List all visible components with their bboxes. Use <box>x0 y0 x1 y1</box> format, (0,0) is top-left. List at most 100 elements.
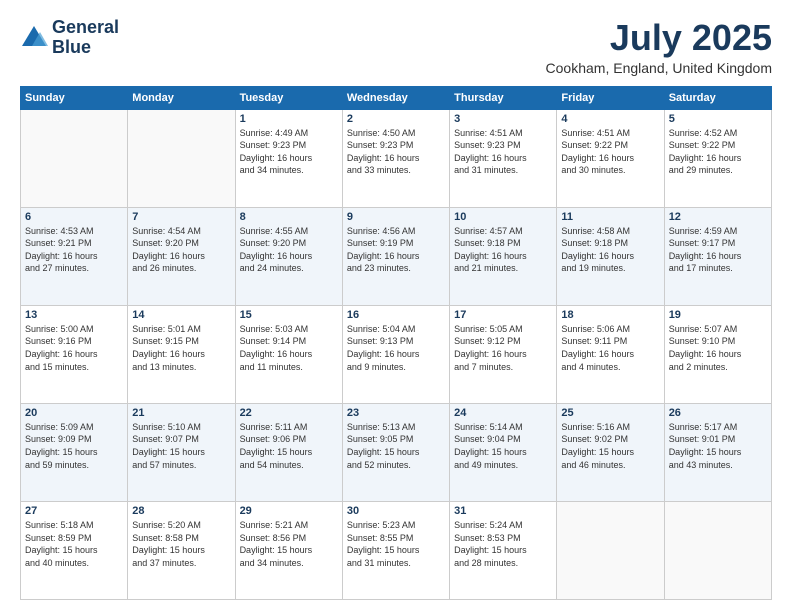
day-number: 17 <box>454 309 552 321</box>
day-info: Sunrise: 5:04 AM Sunset: 9:13 PM Dayligh… <box>347 323 445 373</box>
day-number: 14 <box>132 309 230 321</box>
logo: General Blue <box>20 18 119 58</box>
table-row: 11 Sunrise: 4:58 AM Sunset: 9:18 PM Dayli… <box>557 207 664 305</box>
table-row: 2 Sunrise: 4:50 AM Sunset: 9:23 PM Daylig… <box>342 109 449 207</box>
table-row: 14 Sunrise: 5:01 AM Sunset: 9:15 PM Dayli… <box>128 305 235 403</box>
day-info: Sunrise: 5:05 AM Sunset: 9:12 PM Dayligh… <box>454 323 552 373</box>
day-number: 25 <box>561 407 659 419</box>
day-number: 23 <box>347 407 445 419</box>
day-info: Sunrise: 4:52 AM Sunset: 9:22 PM Dayligh… <box>669 127 767 177</box>
col-saturday: Saturday <box>664 86 771 109</box>
day-info: Sunrise: 4:49 AM Sunset: 9:23 PM Dayligh… <box>240 127 338 177</box>
table-row: 3Sunrise: 4:51 AM Sunset: 9:23 PM Daylig… <box>450 109 557 207</box>
table-row: 20 Sunrise: 5:09 AM Sunset: 9:09 PM Dayli… <box>21 403 128 501</box>
day-number: 13 <box>25 309 123 321</box>
location: Cookham, England, United Kingdom <box>546 60 772 76</box>
calendar-header-row: Sunday Monday Tuesday Wednesday Thursday… <box>21 86 772 109</box>
day-number: 15 <box>240 309 338 321</box>
table-row: 7 Sunrise: 4:54 AM Sunset: 9:20 PM Daylig… <box>128 207 235 305</box>
day-info: Sunrise: 5:00 AM Sunset: 9:16 PM Dayligh… <box>25 323 123 373</box>
table-row: 13 Sunrise: 5:00 AM Sunset: 9:16 PM Dayli… <box>21 305 128 403</box>
day-number: 21 <box>132 407 230 419</box>
day-number: 26 <box>669 407 767 419</box>
table-row: 26 Sunrise: 5:17 AM Sunset: 9:01 PM Dayli… <box>664 403 771 501</box>
day-info: Sunrise: 4:53 AM Sunset: 9:21 PM Dayligh… <box>25 225 123 275</box>
day-info: Sunrise: 5:23 AM Sunset: 8:55 PM Dayligh… <box>347 519 445 569</box>
day-number: 7 <box>132 211 230 223</box>
calendar-row: 13 Sunrise: 5:00 AM Sunset: 9:16 PM Dayli… <box>21 305 772 403</box>
day-info: Sunrise: 5:24 AM Sunset: 8:53 PM Dayligh… <box>454 519 552 569</box>
day-info: Sunrise: 5:07 AM Sunset: 9:10 PM Dayligh… <box>669 323 767 373</box>
table-row: 22Sunrise: 5:11 AM Sunset: 9:06 PM Dayli… <box>235 403 342 501</box>
day-info: Sunrise: 5:06 AM Sunset: 9:11 PM Dayligh… <box>561 323 659 373</box>
day-info: Sunrise: 4:50 AM Sunset: 9:23 PM Dayligh… <box>347 127 445 177</box>
table-row: 19 Sunrise: 5:07 AM Sunset: 9:10 PM Dayli… <box>664 305 771 403</box>
day-info: Sunrise: 5:21 AM Sunset: 8:56 PM Dayligh… <box>240 519 338 569</box>
table-row: 29 Sunrise: 5:21 AM Sunset: 8:56 PM Dayli… <box>235 501 342 599</box>
calendar-row: 1Sunrise: 4:49 AM Sunset: 9:23 PM Daylig… <box>21 109 772 207</box>
table-row <box>21 109 128 207</box>
table-row: 21 Sunrise: 5:10 AM Sunset: 9:07 PM Dayli… <box>128 403 235 501</box>
table-row: 15 Sunrise: 5:03 AM Sunset: 9:14 PM Dayli… <box>235 305 342 403</box>
day-info: Sunrise: 5:03 AM Sunset: 9:14 PM Dayligh… <box>240 323 338 373</box>
day-info: Sunrise: 5:09 AM Sunset: 9:09 PM Dayligh… <box>25 421 123 471</box>
table-row: 8 Sunrise: 4:55 AM Sunset: 9:20 PM Daylig… <box>235 207 342 305</box>
day-number: 20 <box>25 407 123 419</box>
day-info: Sunrise: 4:51 AM Sunset: 9:23 PM Dayligh… <box>454 127 552 177</box>
col-sunday: Sunday <box>21 86 128 109</box>
day-info: Sunrise: 5:10 AM Sunset: 9:07 PM Dayligh… <box>132 421 230 471</box>
col-wednesday: Wednesday <box>342 86 449 109</box>
day-info: Sunrise: 4:56 AM Sunset: 9:19 PM Dayligh… <box>347 225 445 275</box>
day-info: Sunrise: 4:57 AM Sunset: 9:18 PM Dayligh… <box>454 225 552 275</box>
title-block: July 2025 Cookham, England, United Kingd… <box>546 18 772 76</box>
table-row: 4Sunrise: 4:51 AM Sunset: 9:22 PM Daylig… <box>557 109 664 207</box>
table-row <box>664 501 771 599</box>
table-row: 5 Sunrise: 4:52 AM Sunset: 9:22 PM Daylig… <box>664 109 771 207</box>
day-number: 12 <box>669 211 767 223</box>
table-row <box>128 109 235 207</box>
day-info: Sunrise: 4:55 AM Sunset: 9:20 PM Dayligh… <box>240 225 338 275</box>
day-info: Sunrise: 5:20 AM Sunset: 8:58 PM Dayligh… <box>132 519 230 569</box>
table-row <box>557 501 664 599</box>
logo-text: General Blue <box>52 18 119 58</box>
day-number: 5 <box>669 113 767 125</box>
day-info: Sunrise: 5:01 AM Sunset: 9:15 PM Dayligh… <box>132 323 230 373</box>
day-number: 29 <box>240 505 338 517</box>
table-row: 27Sunrise: 5:18 AM Sunset: 8:59 PM Dayli… <box>21 501 128 599</box>
day-info: Sunrise: 4:54 AM Sunset: 9:20 PM Dayligh… <box>132 225 230 275</box>
month-title: July 2025 <box>546 18 772 58</box>
day-info: Sunrise: 4:58 AM Sunset: 9:18 PM Dayligh… <box>561 225 659 275</box>
table-row: 16 Sunrise: 5:04 AM Sunset: 9:13 PM Dayli… <box>342 305 449 403</box>
day-info: Sunrise: 5:18 AM Sunset: 8:59 PM Dayligh… <box>25 519 123 569</box>
day-number: 28 <box>132 505 230 517</box>
day-number: 19 <box>669 309 767 321</box>
day-number: 10 <box>454 211 552 223</box>
table-row: 28 Sunrise: 5:20 AM Sunset: 8:58 PM Dayli… <box>128 501 235 599</box>
day-info: Sunrise: 5:11 AM Sunset: 9:06 PM Dayligh… <box>240 421 338 471</box>
day-number: 30 <box>347 505 445 517</box>
table-row: 25Sunrise: 5:16 AM Sunset: 9:02 PM Dayli… <box>557 403 664 501</box>
logo-icon <box>20 24 48 52</box>
day-info: Sunrise: 5:13 AM Sunset: 9:05 PM Dayligh… <box>347 421 445 471</box>
table-row: 1Sunrise: 4:49 AM Sunset: 9:23 PM Daylig… <box>235 109 342 207</box>
page: General Blue July 2025 Cookham, England,… <box>0 0 792 612</box>
day-number: 2 <box>347 113 445 125</box>
day-info: Sunrise: 4:59 AM Sunset: 9:17 PM Dayligh… <box>669 225 767 275</box>
table-row: 17 Sunrise: 5:05 AM Sunset: 9:12 PM Dayli… <box>450 305 557 403</box>
table-row: 23 Sunrise: 5:13 AM Sunset: 9:05 PM Dayli… <box>342 403 449 501</box>
day-info: Sunrise: 5:17 AM Sunset: 9:01 PM Dayligh… <box>669 421 767 471</box>
table-row: 12 Sunrise: 4:59 AM Sunset: 9:17 PM Dayli… <box>664 207 771 305</box>
table-row: 24Sunrise: 5:14 AM Sunset: 9:04 PM Dayli… <box>450 403 557 501</box>
day-number: 4 <box>561 113 659 125</box>
day-number: 16 <box>347 309 445 321</box>
table-row: 6Sunrise: 4:53 AM Sunset: 9:21 PM Daylig… <box>21 207 128 305</box>
table-row: 10 Sunrise: 4:57 AM Sunset: 9:18 PM Dayli… <box>450 207 557 305</box>
day-number: 8 <box>240 211 338 223</box>
calendar-row: 20 Sunrise: 5:09 AM Sunset: 9:09 PM Dayli… <box>21 403 772 501</box>
col-thursday: Thursday <box>450 86 557 109</box>
calendar-table: Sunday Monday Tuesday Wednesday Thursday… <box>20 86 772 600</box>
header: General Blue July 2025 Cookham, England,… <box>20 18 772 76</box>
col-tuesday: Tuesday <box>235 86 342 109</box>
day-number: 11 <box>561 211 659 223</box>
calendar-row: 6Sunrise: 4:53 AM Sunset: 9:21 PM Daylig… <box>21 207 772 305</box>
